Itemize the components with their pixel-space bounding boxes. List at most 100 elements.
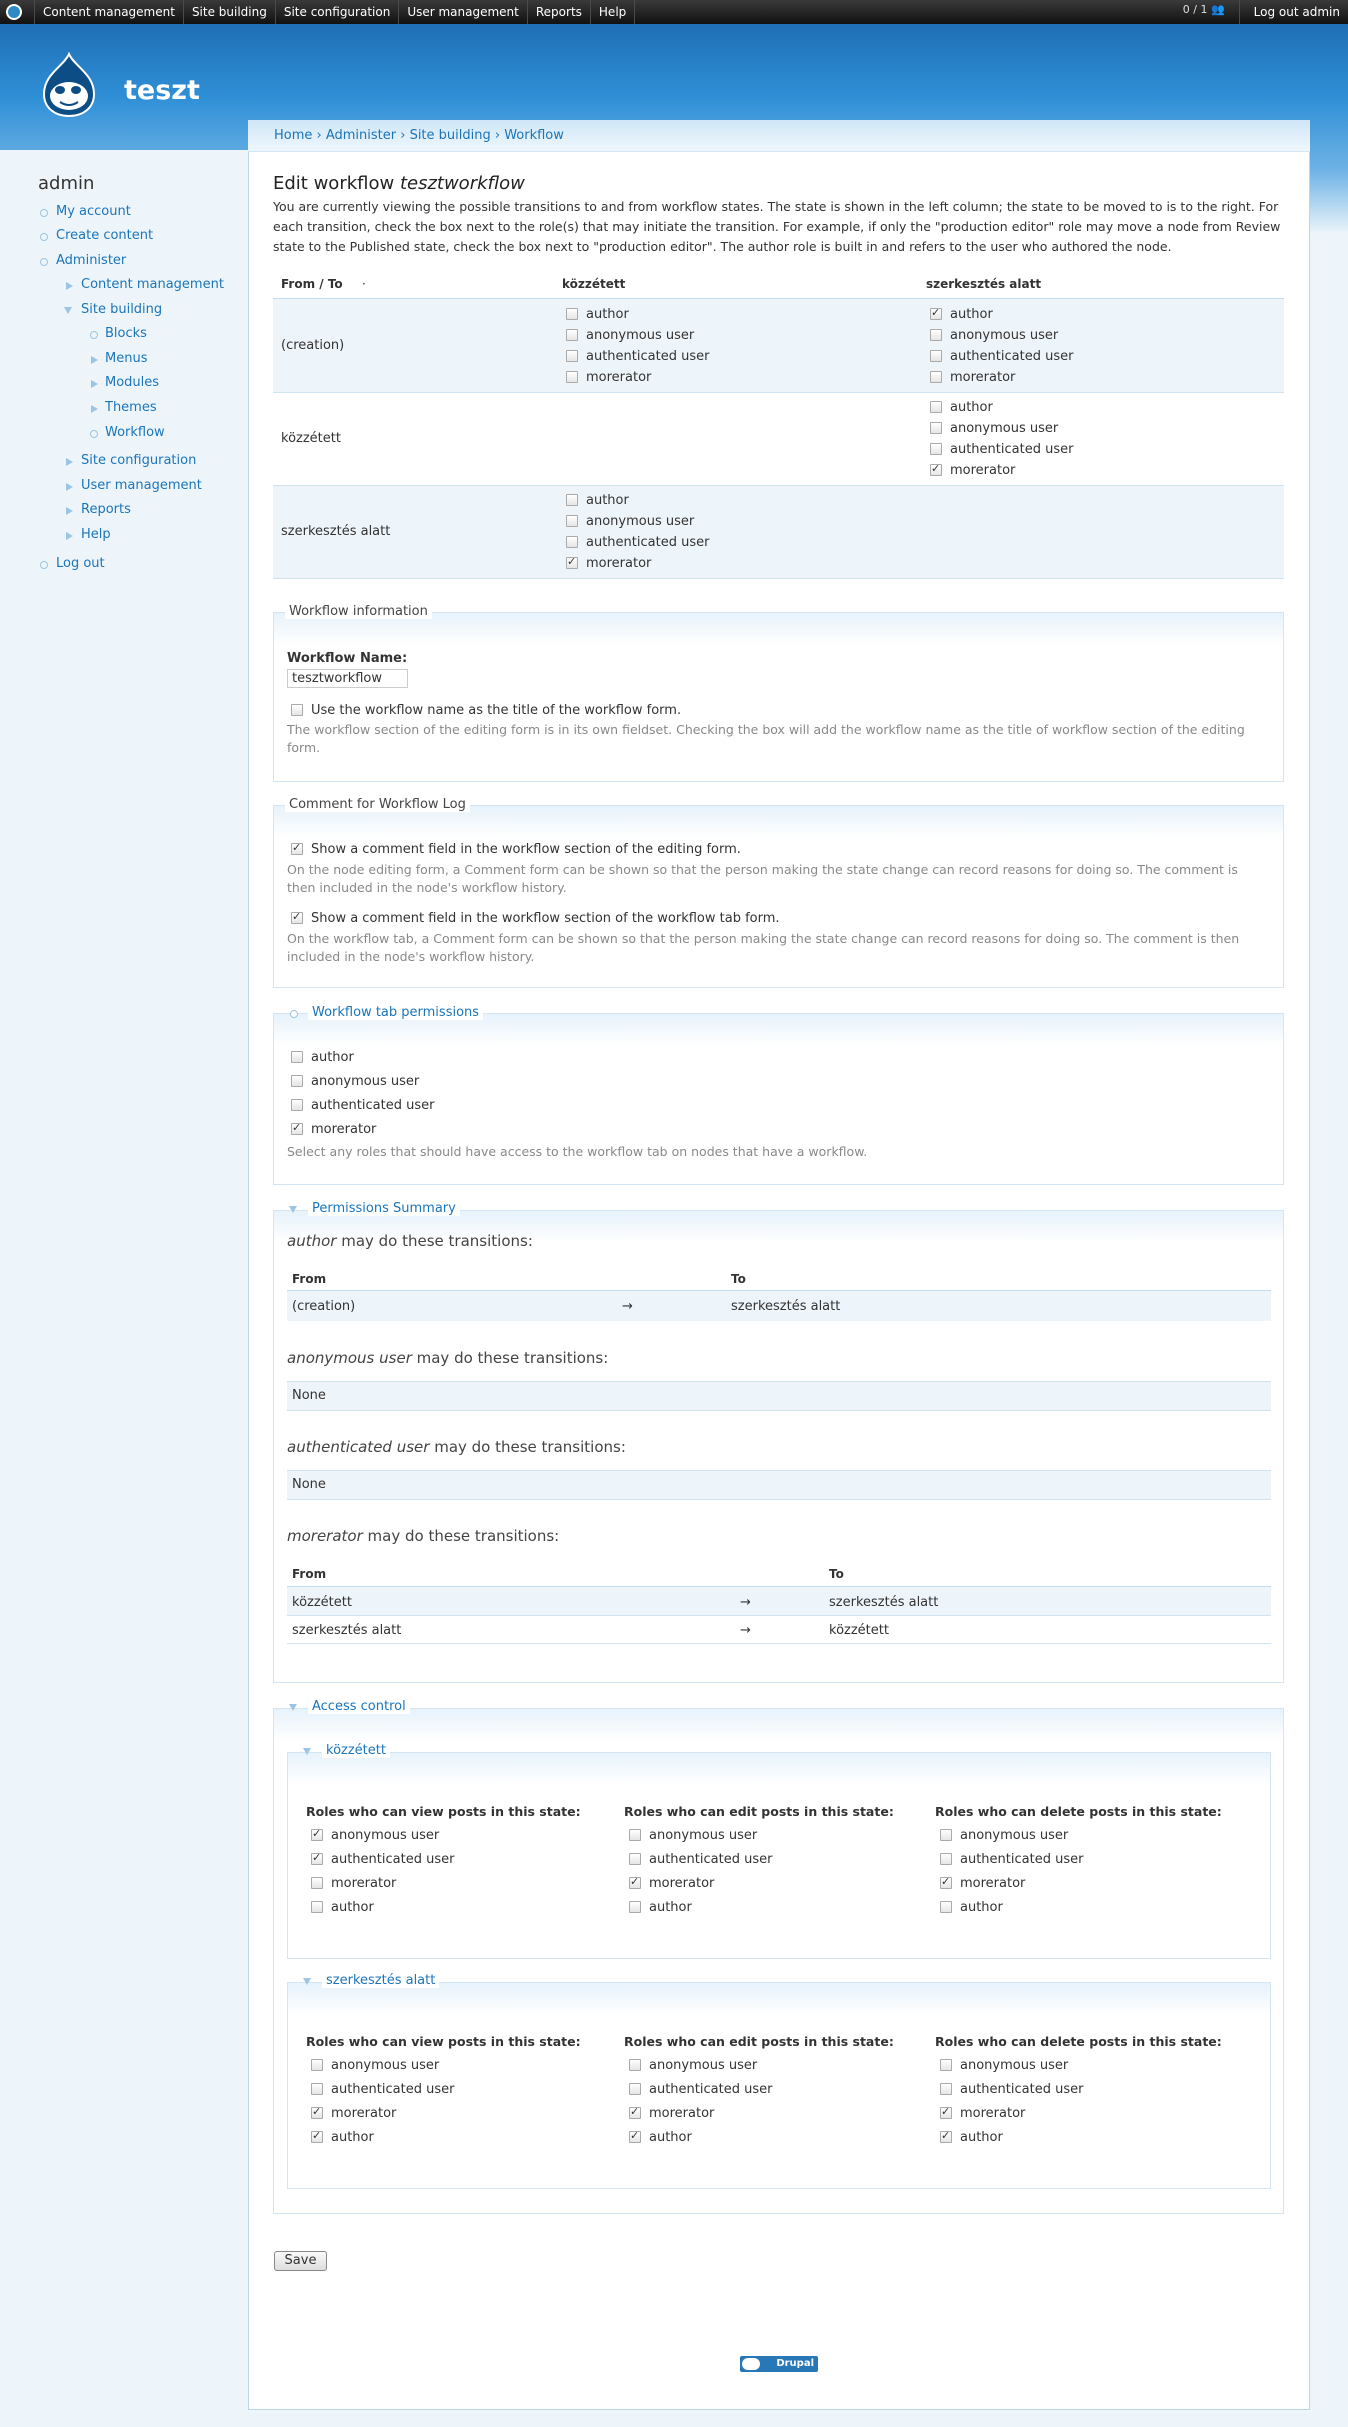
toolbar-user-management[interactable]: User management <box>399 0 528 24</box>
sidebar-item-menus[interactable]: Menus <box>105 351 147 366</box>
sidebar-item-modules[interactable]: Modules <box>105 375 159 390</box>
access-control-legend[interactable]: Access control <box>308 1699 410 1714</box>
toolbar-site-configuration[interactable]: Site configuration <box>276 0 400 24</box>
collapse-arrow-icon[interactable] <box>303 1748 311 1755</box>
checkbox-creation-draft-auth[interactable] <box>930 350 942 362</box>
checkbox-pub-draft-auth[interactable] <box>930 443 942 455</box>
checkbox-draft-view-anon[interactable] <box>311 2059 323 2071</box>
sidebar-item-create-content[interactable]: Create content <box>56 228 153 243</box>
site-name[interactable]: teszt <box>124 75 200 106</box>
sidebar-item-help[interactable]: Help <box>81 527 111 542</box>
checkbox-tab-anon[interactable] <box>291 1075 303 1087</box>
sidebar-item-log-out[interactable]: Log out <box>56 556 105 571</box>
sidebar-item-themes[interactable]: Themes <box>105 400 157 415</box>
checkbox-draft-delete-author[interactable] <box>940 2129 952 2143</box>
checkbox-draft-view-auth[interactable] <box>311 2083 323 2095</box>
checkbox-creation-pub-anon[interactable] <box>566 329 578 341</box>
checkbox-draft-pub-anon[interactable] <box>566 515 578 527</box>
checkbox-draft-delete-morerator[interactable] <box>940 2105 952 2119</box>
checkbox-tab-auth[interactable] <box>291 1099 303 1111</box>
access-szerkesztes-legend[interactable]: szerkesztés alatt <box>322 1973 440 1988</box>
sidebar-item-content-management[interactable]: Content management <box>81 277 224 292</box>
sidebar-item-site-configuration[interactable]: Site configuration <box>81 453 196 468</box>
checkbox-draft-delete-auth[interactable] <box>940 2083 952 2095</box>
checkbox-pub-delete-auth[interactable] <box>940 1853 952 1865</box>
checkbox-draft-pub-auth[interactable] <box>566 536 578 548</box>
sidebar-title: admin <box>38 173 95 194</box>
sidebar-item-administer[interactable]: Administer <box>56 253 126 268</box>
checkbox-comment-tab-form[interactable] <box>291 910 303 924</box>
checkbox-draft-edit-morerator[interactable] <box>629 2105 641 2119</box>
checkbox-pub-view-author[interactable] <box>311 1901 323 1913</box>
checkbox-pub-edit-author[interactable] <box>629 1901 641 1913</box>
checkbox-label: morerator <box>586 556 652 571</box>
tab-permissions-legend[interactable]: Workflow tab permissions <box>308 1005 484 1020</box>
checkbox-tab-morerator[interactable] <box>291 1121 303 1135</box>
collapse-arrow-icon[interactable] <box>289 1704 297 1711</box>
checkbox-creation-pub-morerator[interactable] <box>566 371 578 383</box>
sidebar-item-reports[interactable]: Reports <box>81 502 131 517</box>
checkbox-draft-pub-morerator[interactable] <box>566 555 578 569</box>
checkbox-pub-delete-anon[interactable] <box>940 1829 952 1841</box>
expand-arrow-icon <box>91 405 98 413</box>
checkbox-draft-delete-anon[interactable] <box>940 2059 952 2071</box>
logout-link[interactable]: Log out admin <box>1240 5 1340 19</box>
checkbox-label: morerator <box>311 1122 377 1137</box>
sidebar-item-my-account[interactable]: My account <box>56 204 131 219</box>
summary-to: szerkesztés alatt <box>731 1299 841 1314</box>
checkbox-draft-edit-anon[interactable] <box>629 2059 641 2071</box>
checkbox-pub-edit-anon[interactable] <box>629 1829 641 1841</box>
checkbox-draft-edit-author[interactable] <box>629 2129 641 2143</box>
checkbox-pub-draft-anon[interactable] <box>930 422 942 434</box>
col-from-to[interactable]: From / To <box>281 277 343 291</box>
toolbar-reports[interactable]: Reports <box>528 0 591 24</box>
checkbox-draft-view-author[interactable] <box>311 2129 323 2143</box>
checkbox-label: anonymous user <box>586 514 695 529</box>
checkbox-pub-view-anon[interactable] <box>311 1827 323 1841</box>
checkbox-creation-draft-author[interactable] <box>930 306 942 320</box>
checkbox-creation-pub-author[interactable] <box>566 308 578 320</box>
checkbox-pub-draft-author[interactable] <box>930 401 942 413</box>
summary-from: közzétett <box>292 1595 352 1610</box>
access-kozzetett-legend[interactable]: közzétett <box>322 1743 390 1758</box>
checkbox-pub-edit-morerator[interactable] <box>629 1875 641 1889</box>
drupal-logo-icon[interactable] <box>38 52 100 118</box>
summary-col-to: To <box>829 1567 844 1581</box>
collapse-arrow-icon[interactable] <box>303 1978 311 1985</box>
drupal-icon[interactable] <box>6 4 22 20</box>
collapse-arrow-icon <box>64 307 72 314</box>
checkbox-use-workflow-name[interactable] <box>291 704 303 716</box>
toolbar-help[interactable]: Help <box>591 0 636 24</box>
collapse-arrow-icon[interactable] <box>289 1206 297 1213</box>
checkbox-comment-edit-form[interactable] <box>291 841 303 855</box>
checkbox-creation-draft-anon[interactable] <box>930 329 942 341</box>
collapse-icon[interactable] <box>290 1010 298 1018</box>
checkbox-pub-draft-morerator[interactable] <box>930 462 942 476</box>
permissions-summary-legend[interactable]: Permissions Summary <box>308 1201 460 1216</box>
use-workflow-name-description: The workflow section of the editing form… <box>287 722 1245 755</box>
sidebar-item-blocks[interactable]: Blocks <box>105 326 147 341</box>
checkbox-pub-delete-morerator[interactable] <box>940 1875 952 1889</box>
checkbox-pub-view-morerator[interactable] <box>311 1877 323 1889</box>
summary-morerator-heading: morerator may do these transitions: <box>287 1527 559 1545</box>
checkbox-draft-view-morerator[interactable] <box>311 2105 323 2119</box>
checkbox-pub-edit-auth[interactable] <box>629 1853 641 1865</box>
checkbox-pub-view-auth[interactable] <box>311 1851 323 1865</box>
checkbox-draft-pub-author[interactable] <box>566 494 578 506</box>
checkbox-tab-author[interactable] <box>291 1051 303 1063</box>
save-button[interactable]: Save <box>274 2251 327 2271</box>
checkbox-creation-draft-morerator[interactable] <box>930 371 942 383</box>
sidebar-item-site-building[interactable]: Site building <box>81 302 162 317</box>
checkbox-pub-delete-author[interactable] <box>940 1901 952 1913</box>
toolbar-site-building[interactable]: Site building <box>184 0 276 24</box>
toolbar-content-management[interactable]: Content management <box>34 0 184 24</box>
checkbox-draft-edit-auth[interactable] <box>629 2083 641 2095</box>
sidebar-item-user-management[interactable]: User management <box>81 478 202 493</box>
row-divider <box>287 1643 1271 1644</box>
summary-to: szerkesztés alatt <box>829 1595 939 1610</box>
workflow-name-input[interactable]: tesztworkflow <box>287 669 408 688</box>
breadcrumb[interactable]: Home › Administer › Site building › Work… <box>274 128 564 143</box>
checkbox-creation-pub-auth[interactable] <box>566 350 578 362</box>
checkbox-label: authenticated user <box>586 349 710 364</box>
sidebar-item-workflow[interactable]: Workflow <box>105 425 165 440</box>
